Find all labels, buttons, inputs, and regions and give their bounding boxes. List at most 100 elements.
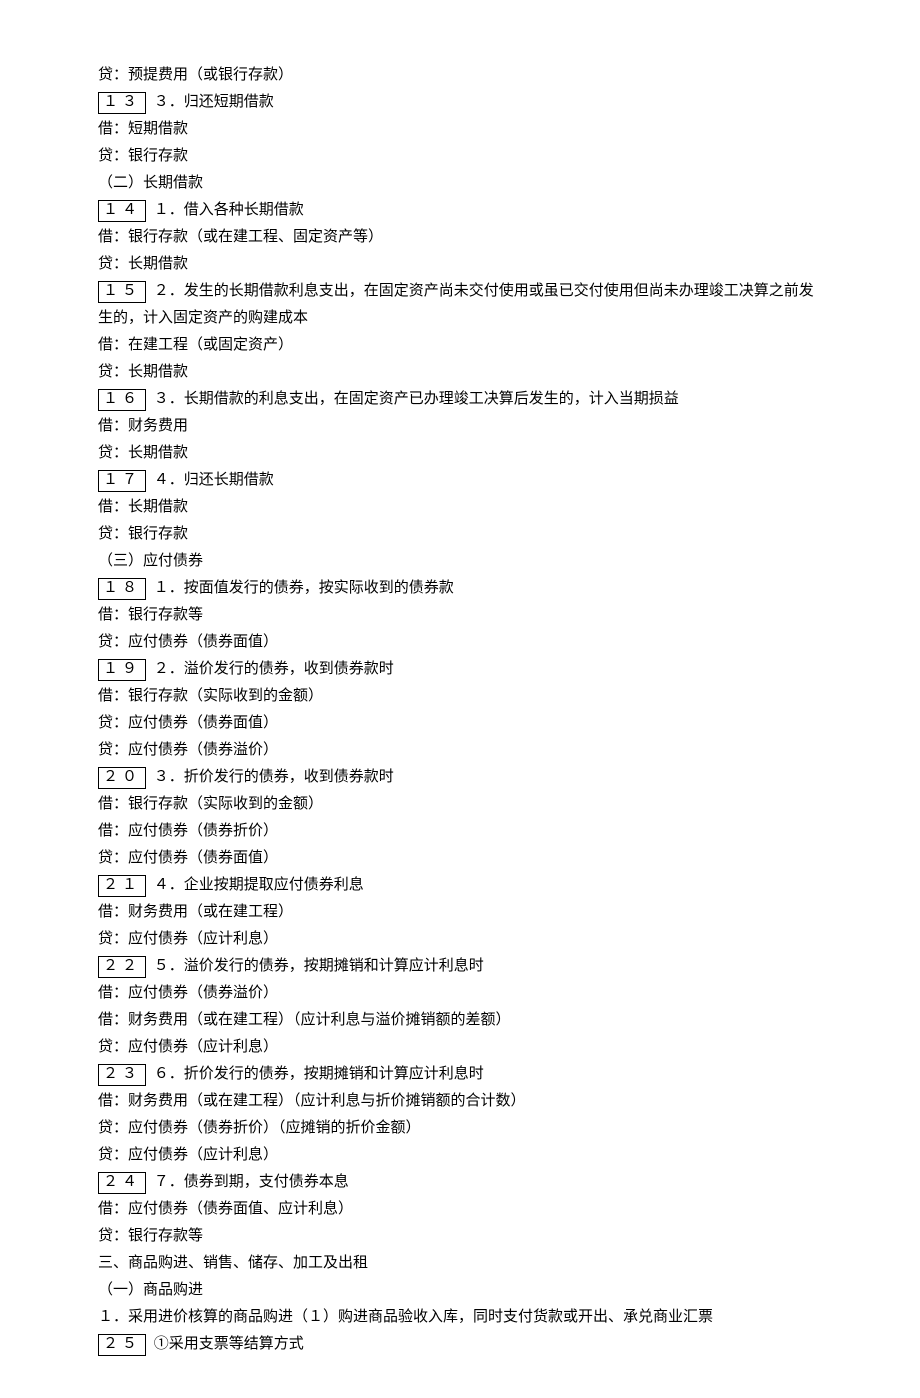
text-line: １９ ２．溢价发行的债券，收到债券款时 — [98, 656, 822, 683]
line-text: 借：银行存款（实际收到的金额） — [98, 796, 323, 812]
text-line: ２３ ６．折价发行的债券，按期摊销和计算应计利息时 — [98, 1061, 822, 1088]
text-line: 贷：应付债券（债券面值） — [98, 629, 822, 656]
line-text: ５．溢价发行的债券，按期摊销和计算应计利息时 — [154, 958, 484, 974]
text-line: 借：财务费用（或在建工程）（应计利息与溢价摊销额的差额） — [98, 1007, 822, 1034]
line-text: ３．长期借款的利息支出，在固定资产已办理竣工决算后发生的，计入当期损益 — [154, 391, 679, 407]
line-text: 借：应付债券（债券面值、应计利息） — [98, 1201, 353, 1217]
boxed-number: ２４ — [98, 1172, 146, 1194]
text-line: １４ １．借入各种长期借款 — [98, 197, 822, 224]
boxed-number: １７ — [98, 470, 146, 492]
line-text: 贷：应付债券（应计利息） — [98, 931, 278, 947]
line-text: ２．发生的长期借款利息支出，在固定资产尚未交付使用或虽已交付使用但尚未办理竣工决… — [98, 283, 814, 326]
line-text: 借：财务费用（或在建工程）（应计利息与溢价摊销额的差额） — [98, 1012, 511, 1028]
text-line: 借：长期借款 — [98, 494, 822, 521]
text-line: ２５ ①采用支票等结算方式 — [98, 1331, 822, 1358]
text-line: 三、商品购进、销售、储存、加工及出租 — [98, 1250, 822, 1277]
text-line: 借：短期借款 — [98, 116, 822, 143]
text-line: １３ ３．归还短期借款 — [98, 89, 822, 116]
text-line: 贷：银行存款 — [98, 143, 822, 170]
text-line: 贷：长期借款 — [98, 251, 822, 278]
line-text: 贷：银行存款 — [98, 148, 188, 164]
boxed-number: １３ — [98, 92, 146, 114]
text-line: 贷：应付债券（应计利息） — [98, 1142, 822, 1169]
text-line: １．采用进价核算的商品购进（１）购进商品验收入库，同时支付货款或开出、承兑商业汇… — [98, 1304, 822, 1331]
text-line: 贷：长期借款 — [98, 359, 822, 386]
line-text: 借：财务费用 — [98, 418, 188, 434]
text-line: 贷：应付债券（应计利息） — [98, 926, 822, 953]
text-line: 贷：应付债券（应计利息） — [98, 1034, 822, 1061]
text-line: 贷：预提费用（或银行存款） — [98, 62, 822, 89]
text-line: ２４ ７．债券到期，支付债券本息 — [98, 1169, 822, 1196]
text-line: 贷：银行存款 — [98, 521, 822, 548]
text-line: 贷：应付债券（债券面值） — [98, 710, 822, 737]
text-line: 借：在建工程（或固定资产） — [98, 332, 822, 359]
line-text: １．借入各种长期借款 — [154, 202, 304, 218]
boxed-number: １９ — [98, 659, 146, 681]
text-line: ２０ ３．折价发行的债券，收到债券款时 — [98, 764, 822, 791]
boxed-number: ２０ — [98, 767, 146, 789]
line-text: 借：银行存款等 — [98, 607, 203, 623]
line-text: ３．折价发行的债券，收到债券款时 — [154, 769, 394, 785]
boxed-number: ２２ — [98, 956, 146, 978]
line-text: ２．溢价发行的债券，收到债券款时 — [154, 661, 394, 677]
line-text: 贷：预提费用（或银行存款） — [98, 67, 293, 83]
boxed-number: １５ — [98, 281, 146, 303]
line-text: 贷：银行存款等 — [98, 1228, 203, 1244]
line-text: 贷：应付债券（债券面值） — [98, 850, 278, 866]
text-line: １６ ３．长期借款的利息支出，在固定资产已办理竣工决算后发生的，计入当期损益 — [98, 386, 822, 413]
line-text: 贷：长期借款 — [98, 445, 188, 461]
text-line: （一）商品购进 — [98, 1277, 822, 1304]
line-text: 贷：长期借款 — [98, 364, 188, 380]
text-line: ２１ ４．企业按期提取应付债券利息 — [98, 872, 822, 899]
line-text: ①采用支票等结算方式 — [154, 1336, 304, 1352]
line-text: 贷：长期借款 — [98, 256, 188, 272]
text-line: 借：银行存款等 — [98, 602, 822, 629]
text-line: ２２ ５．溢价发行的债券，按期摊销和计算应计利息时 — [98, 953, 822, 980]
boxed-number: ２５ — [98, 1334, 146, 1356]
line-text: 借：应付债券（债券溢价） — [98, 985, 278, 1001]
text-line: 借：银行存款（实际收到的金额） — [98, 683, 822, 710]
text-line: 贷：银行存款等 — [98, 1223, 822, 1250]
boxed-number: １４ — [98, 200, 146, 222]
text-line: 借：财务费用（或在建工程） — [98, 899, 822, 926]
text-line: 贷：应付债券（债券面值） — [98, 845, 822, 872]
line-text: 借：长期借款 — [98, 499, 188, 515]
line-text: ７．债券到期，支付债券本息 — [154, 1174, 349, 1190]
text-line: １５ ２．发生的长期借款利息支出，在固定资产尚未交付使用或虽已交付使用但尚未办理… — [98, 278, 822, 332]
line-text: ４．企业按期提取应付债券利息 — [154, 877, 364, 893]
line-text: 借：财务费用（或在建工程） — [98, 904, 293, 920]
text-line: 借：应付债券（债券溢价） — [98, 980, 822, 1007]
text-line: 贷：长期借款 — [98, 440, 822, 467]
line-text: 借：短期借款 — [98, 121, 188, 137]
text-line: 借：银行存款（或在建工程、固定资产等） — [98, 224, 822, 251]
document-page: 贷：预提费用（或银行存款）１３ ３．归还短期借款借：短期借款贷：银行存款（二）长… — [0, 0, 920, 1398]
boxed-number: １８ — [98, 578, 146, 600]
line-text: 贷：应付债券（应计利息） — [98, 1039, 278, 1055]
line-text: ３．归还短期借款 — [154, 94, 274, 110]
line-text: 借：在建工程（或固定资产） — [98, 337, 293, 353]
text-line: 借：财务费用（或在建工程）（应计利息与折价摊销额的合计数） — [98, 1088, 822, 1115]
line-text: １．采用进价核算的商品购进（１）购进商品验收入库，同时支付货款或开出、承兑商业汇… — [98, 1309, 713, 1325]
text-line: 贷：应付债券（债券折价）（应摊销的折价金额） — [98, 1115, 822, 1142]
text-line: １７ ４．归还长期借款 — [98, 467, 822, 494]
text-line: 借：应付债券（债券面值、应计利息） — [98, 1196, 822, 1223]
text-line: 贷：应付债券（债券溢价） — [98, 737, 822, 764]
line-text: 贷：应付债券（债券面值） — [98, 715, 278, 731]
text-line: （二）长期借款 — [98, 170, 822, 197]
line-text: 借：应付债券（债券折价） — [98, 823, 278, 839]
line-text: 借：财务费用（或在建工程）（应计利息与折价摊销额的合计数） — [98, 1093, 526, 1109]
line-text: （二）长期借款 — [98, 175, 203, 191]
line-text: （三）应付债券 — [98, 553, 203, 569]
boxed-number: ２３ — [98, 1064, 146, 1086]
line-text: 贷：应付债券（债券面值） — [98, 634, 278, 650]
line-text: ６．折价发行的债券，按期摊销和计算应计利息时 — [154, 1066, 484, 1082]
line-text: 贷：应付债券（债券折价）（应摊销的折价金额） — [98, 1120, 421, 1136]
text-line: １８ １．按面值发行的债券，按实际收到的债券款 — [98, 575, 822, 602]
line-text: 贷：应付债券（债券溢价） — [98, 742, 278, 758]
text-line: 借：应付债券（债券折价） — [98, 818, 822, 845]
line-text: １．按面值发行的债券，按实际收到的债券款 — [154, 580, 454, 596]
text-line: 借：银行存款（实际收到的金额） — [98, 791, 822, 818]
text-line: 借：财务费用 — [98, 413, 822, 440]
boxed-number: ２１ — [98, 875, 146, 897]
line-text: （一）商品购进 — [98, 1282, 203, 1298]
